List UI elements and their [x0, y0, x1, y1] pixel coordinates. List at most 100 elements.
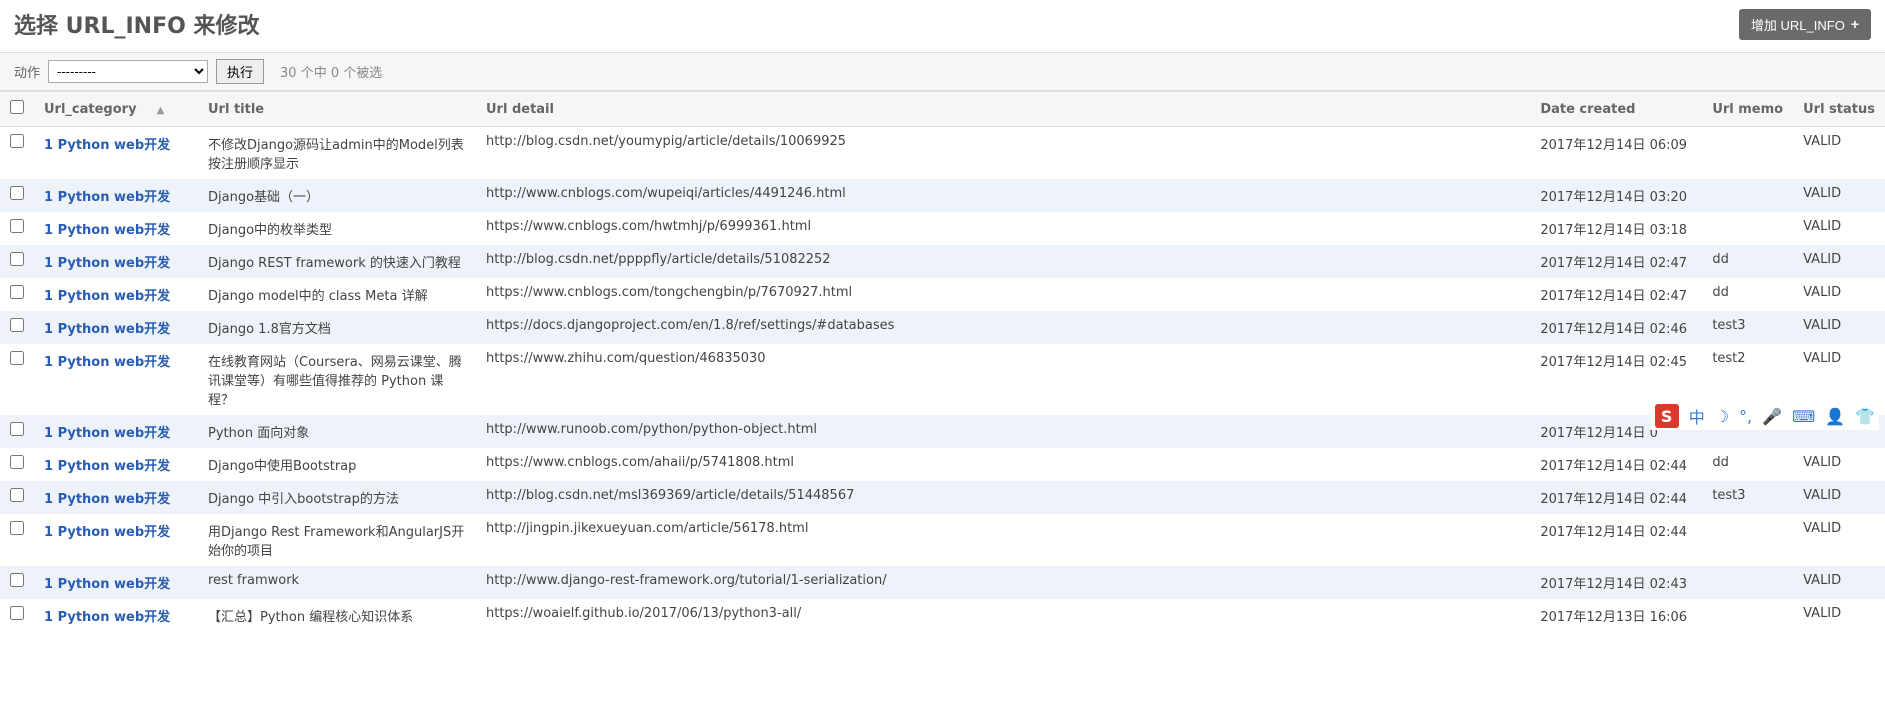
microphone-icon[interactable]: 🎤 [1762, 407, 1782, 426]
category-link[interactable]: 1 Python web开发 [44, 610, 170, 625]
row-status: VALID [1793, 212, 1885, 245]
row-category: 1 Python web开发 [34, 278, 198, 311]
row-checkbox[interactable] [10, 488, 24, 502]
row-checkbox-cell [0, 599, 34, 632]
person-icon[interactable]: 👤 [1825, 407, 1845, 426]
row-category: 1 Python web开发 [34, 599, 198, 632]
row-category: 1 Python web开发 [34, 415, 198, 448]
row-checkbox[interactable] [10, 285, 24, 299]
row-detail: http://www.cnblogs.com/wupeiqi/articles/… [476, 179, 1530, 212]
header-status[interactable]: Url status [1793, 92, 1885, 127]
category-link[interactable]: 1 Python web开发 [44, 223, 170, 238]
row-status: VALID [1793, 179, 1885, 212]
row-checkbox-cell [0, 481, 34, 514]
keyboard-icon[interactable]: ⌨ [1792, 407, 1815, 426]
row-checkbox[interactable] [10, 521, 24, 535]
header-memo[interactable]: Url memo [1702, 92, 1793, 127]
row-checkbox[interactable] [10, 318, 24, 332]
moon-icon[interactable]: ☽ [1715, 407, 1729, 426]
row-date: 2017年12月14日 02:43 [1530, 566, 1702, 599]
select-all-checkbox[interactable] [10, 100, 24, 114]
row-checkbox[interactable] [10, 422, 24, 436]
row-checkbox-cell [0, 566, 34, 599]
row-memo [1702, 127, 1793, 180]
row-date: 2017年12月14日 03:18 [1530, 212, 1702, 245]
row-memo: dd [1702, 245, 1793, 278]
row-checkbox[interactable] [10, 455, 24, 469]
row-date: 2017年12月14日 02:44 [1530, 514, 1702, 566]
row-checkbox-cell [0, 311, 34, 344]
row-checkbox-cell [0, 415, 34, 448]
page-title: 选择 URL_INFO 来修改 [14, 8, 259, 40]
plus-icon: + [1851, 16, 1859, 32]
table-row: 1 Python web开发Django 1.8官方文档https://docs… [0, 311, 1885, 344]
row-title: 不修改Django源码让admin中的Model列表按注册顺序显示 [198, 127, 476, 180]
row-category: 1 Python web开发 [34, 212, 198, 245]
comma-icon[interactable]: °, [1739, 407, 1752, 426]
row-detail: https://www.cnblogs.com/ahaii/p/5741808.… [476, 448, 1530, 481]
row-detail: https://docs.djangoproject.com/en/1.8/re… [476, 311, 1530, 344]
category-link[interactable]: 1 Python web开发 [44, 138, 170, 153]
sogou-logo-icon[interactable]: S [1655, 404, 1679, 428]
row-status: VALID [1793, 127, 1885, 180]
row-status: VALID [1793, 599, 1885, 632]
changelist-table: Url_category▲ Url title Url detail Date … [0, 91, 1885, 632]
shirt-icon[interactable]: 👕 [1855, 407, 1875, 426]
category-link[interactable]: 1 Python web开发 [44, 256, 170, 271]
row-date: 2017年12月14日 02:46 [1530, 311, 1702, 344]
table-row: 1 Python web开发Django model中的 class Meta … [0, 278, 1885, 311]
ime-toolbar: S 中 ☽ °, 🎤 ⌨ 👤 👕 [1651, 402, 1879, 430]
header-title[interactable]: Url title [198, 92, 476, 127]
row-checkbox[interactable] [10, 219, 24, 233]
row-status: VALID [1793, 311, 1885, 344]
row-category: 1 Python web开发 [34, 179, 198, 212]
category-link[interactable]: 1 Python web开发 [44, 577, 170, 592]
row-date: 2017年12月14日 02:47 [1530, 245, 1702, 278]
row-category: 1 Python web开发 [34, 566, 198, 599]
row-date: 2017年12月14日 03:20 [1530, 179, 1702, 212]
row-memo: test3 [1702, 311, 1793, 344]
add-url-info-button[interactable]: 增加 URL_INFO + [1739, 9, 1871, 40]
row-detail: https://woaielf.github.io/2017/06/13/pyt… [476, 599, 1530, 632]
go-button[interactable]: 执行 [216, 59, 264, 84]
category-link[interactable]: 1 Python web开发 [44, 289, 170, 304]
header-date[interactable]: Date created [1530, 92, 1702, 127]
row-memo: dd [1702, 448, 1793, 481]
row-date: 2017年12月14日 06:09 [1530, 127, 1702, 180]
row-date: 2017年12月14日 02:44 [1530, 481, 1702, 514]
row-title: Django中使用Bootstrap [198, 448, 476, 481]
category-link[interactable]: 1 Python web开发 [44, 426, 170, 441]
actions-label: 动作 [14, 62, 40, 81]
add-button-label: 增加 URL_INFO [1751, 15, 1845, 34]
header-select-all [0, 92, 34, 127]
row-checkbox[interactable] [10, 351, 24, 365]
actions-bar: 动作 --------- 执行 30 个中 0 个被选 [0, 52, 1885, 91]
table-body: 1 Python web开发 不修改Django源码让admin中的Model列表… [0, 127, 1885, 633]
row-category: 1 Python web开发 [34, 127, 198, 180]
row-title: Django基础（一） [198, 179, 476, 212]
row-checkbox-cell [0, 179, 34, 212]
row-checkbox[interactable] [10, 186, 24, 200]
row-checkbox[interactable] [10, 606, 24, 620]
category-link[interactable]: 1 Python web开发 [44, 322, 170, 337]
category-link[interactable]: 1 Python web开发 [44, 190, 170, 205]
category-link[interactable]: 1 Python web开发 [44, 525, 170, 540]
row-status: VALID [1793, 448, 1885, 481]
row-detail: http://www.django-rest-framework.org/tut… [476, 566, 1530, 599]
actions-select[interactable]: --------- [48, 60, 208, 83]
table-row: 1 Python web开发Django REST framework 的快速入… [0, 245, 1885, 278]
category-link[interactable]: 1 Python web开发 [44, 492, 170, 507]
cn-input-icon[interactable]: 中 [1689, 404, 1705, 428]
row-detail: https://www.zhihu.com/question/46835030 [476, 344, 1530, 415]
header-category[interactable]: Url_category▲ [34, 92, 198, 127]
row-detail: https://www.cnblogs.com/tongchengbin/p/7… [476, 278, 1530, 311]
category-link[interactable]: 1 Python web开发 [44, 355, 170, 370]
row-status: VALID [1793, 245, 1885, 278]
header-bar: 选择 URL_INFO 来修改 增加 URL_INFO + [0, 0, 1885, 52]
row-checkbox[interactable] [10, 252, 24, 266]
row-date: 2017年12月14日 02:44 [1530, 448, 1702, 481]
header-detail[interactable]: Url detail [476, 92, 1530, 127]
category-link[interactable]: 1 Python web开发 [44, 459, 170, 474]
row-checkbox[interactable] [10, 573, 24, 587]
row-checkbox[interactable] [10, 134, 24, 148]
